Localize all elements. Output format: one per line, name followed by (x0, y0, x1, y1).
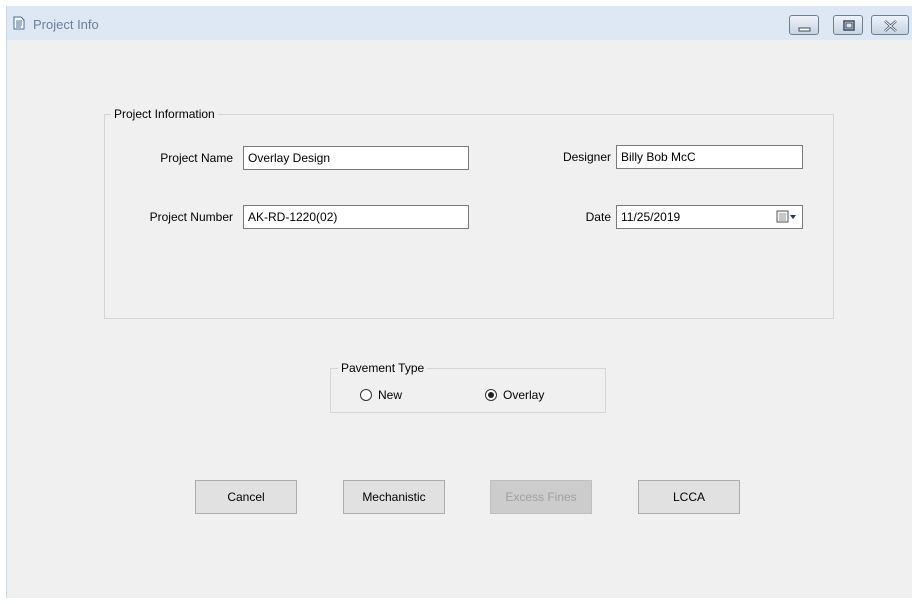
close-button[interactable] (871, 15, 909, 35)
radio-new[interactable]: New (360, 388, 402, 402)
mechanistic-button[interactable]: Mechanistic (343, 480, 445, 514)
window-title: Project Info (33, 17, 99, 32)
project-number-label: Project Number (149, 210, 233, 224)
cancel-button[interactable]: Cancel (195, 480, 297, 514)
project-name-label: Project Name (160, 151, 233, 165)
calendar-dropdown-icon[interactable] (776, 210, 798, 224)
project-name-input[interactable] (243, 146, 469, 170)
designer-label: Designer (562, 150, 611, 164)
project-number-input[interactable] (243, 205, 469, 229)
radio-new-label: New (378, 388, 403, 402)
excess-fines-button: Excess Fines (490, 480, 592, 514)
restore-button[interactable] (833, 15, 863, 35)
window-client-area: Project Information Project Name Project… (7, 40, 912, 598)
radio-new-circle (360, 389, 372, 401)
date-value: 11/25/2019 (621, 210, 681, 224)
close-icon (884, 20, 897, 32)
minimize-button[interactable] (789, 15, 819, 35)
title-bar[interactable]: Project Info (7, 6, 912, 40)
radio-overlay-circle (485, 389, 497, 401)
designer-input[interactable] (616, 145, 803, 169)
restore-icon (843, 20, 855, 31)
project-info-window: Project Info Project Information Project… (6, 6, 912, 598)
radio-overlay[interactable]: Overlay (485, 388, 544, 402)
pavement-type-legend: Pavement Type (338, 361, 428, 375)
radio-overlay-label: Overlay (503, 388, 545, 402)
minimize-icon (798, 27, 811, 32)
date-label: Date (585, 210, 611, 224)
lcca-button[interactable]: LCCA (638, 480, 740, 514)
project-information-legend: Project Information (111, 107, 218, 121)
document-icon (13, 16, 25, 30)
date-picker[interactable]: 11/25/2019 (616, 205, 803, 229)
